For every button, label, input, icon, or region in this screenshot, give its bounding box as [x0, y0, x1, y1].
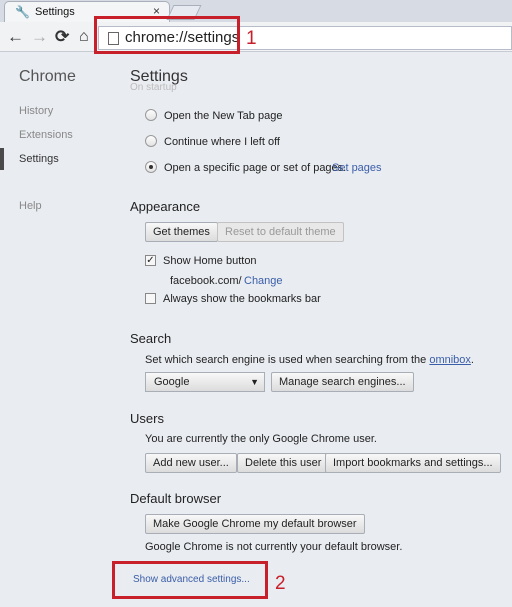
get-themes-button[interactable]: Get themes [145, 222, 218, 242]
show-home-label: Show Home button [163, 255, 257, 267]
annotation-box-2 [112, 561, 268, 599]
sidebar-active-indicator [0, 148, 4, 170]
change-home-link[interactable]: Change [244, 275, 283, 287]
radio-continue-where-left[interactable] [145, 135, 157, 147]
set-pages-link[interactable]: Set pages [332, 162, 382, 174]
show-home-checkbox[interactable]: ✓ [145, 255, 156, 266]
annotation-box-1 [94, 16, 240, 54]
sidebar-item-help[interactable]: Help [19, 200, 42, 212]
add-user-button[interactable]: Add new user... [145, 453, 237, 473]
search-description: Set which search engine is used when sea… [145, 354, 474, 366]
reload-button[interactable]: ⟳ [55, 27, 69, 47]
section-heading-users: Users [130, 411, 164, 426]
tab-title: Settings [35, 6, 75, 18]
sidebar-brand: Chrome [19, 68, 76, 85]
bookmarks-bar-checkbox[interactable] [145, 293, 156, 304]
section-heading-default-browser: Default browser [130, 491, 222, 506]
radio-label-new-tab-page: Open the New Tab page [164, 110, 283, 122]
wrench-icon: 🔧 [15, 5, 30, 19]
section-heading-search: Search [130, 331, 172, 346]
annotation-number-2: 2 [275, 573, 286, 594]
annotation-number-1: 1 [246, 28, 257, 49]
section-heading-on-startup: On startup [130, 82, 177, 93]
dropdown-arrow-icon: ▼ [250, 377, 259, 387]
users-description: You are currently the only Google Chrome… [145, 433, 377, 445]
search-engine-select[interactable]: Google ▼ [145, 372, 265, 392]
section-heading-appearance: Appearance [130, 199, 201, 214]
radio-label-specific-pages: Open a specific page or set of pages. [164, 162, 347, 174]
home-button[interactable]: ⌂ [79, 27, 89, 47]
search-engine-value: Google [154, 376, 190, 388]
bookmarks-bar-label: Always show the bookmarks bar [163, 293, 321, 305]
radio-new-tab-page[interactable] [145, 109, 157, 121]
reset-theme-button[interactable]: Reset to default theme [217, 222, 344, 242]
forward-button[interactable]: → [31, 27, 48, 47]
sidebar-item-history[interactable]: History [19, 105, 53, 117]
radio-label-continue: Continue where I left off [164, 136, 280, 148]
home-url-text: facebook.com/ [170, 275, 242, 287]
make-default-browser-button[interactable]: Make Google Chrome my default browser [145, 514, 365, 534]
delete-user-button[interactable]: Delete this user [237, 453, 330, 473]
omnibox-link[interactable]: omnibox [429, 354, 471, 366]
radio-specific-pages[interactable] [145, 161, 157, 173]
sidebar-item-settings[interactable]: Settings [19, 153, 59, 165]
default-browser-status: Google Chrome is not currently your defa… [145, 541, 403, 553]
sidebar-item-extensions[interactable]: Extensions [19, 129, 73, 141]
import-bookmarks-button[interactable]: Import bookmarks and settings... [325, 453, 501, 473]
back-button[interactable]: ← [7, 27, 24, 47]
tab-strip: 🔧 Settings × [0, 0, 512, 22]
manage-search-engines-button[interactable]: Manage search engines... [271, 372, 414, 392]
